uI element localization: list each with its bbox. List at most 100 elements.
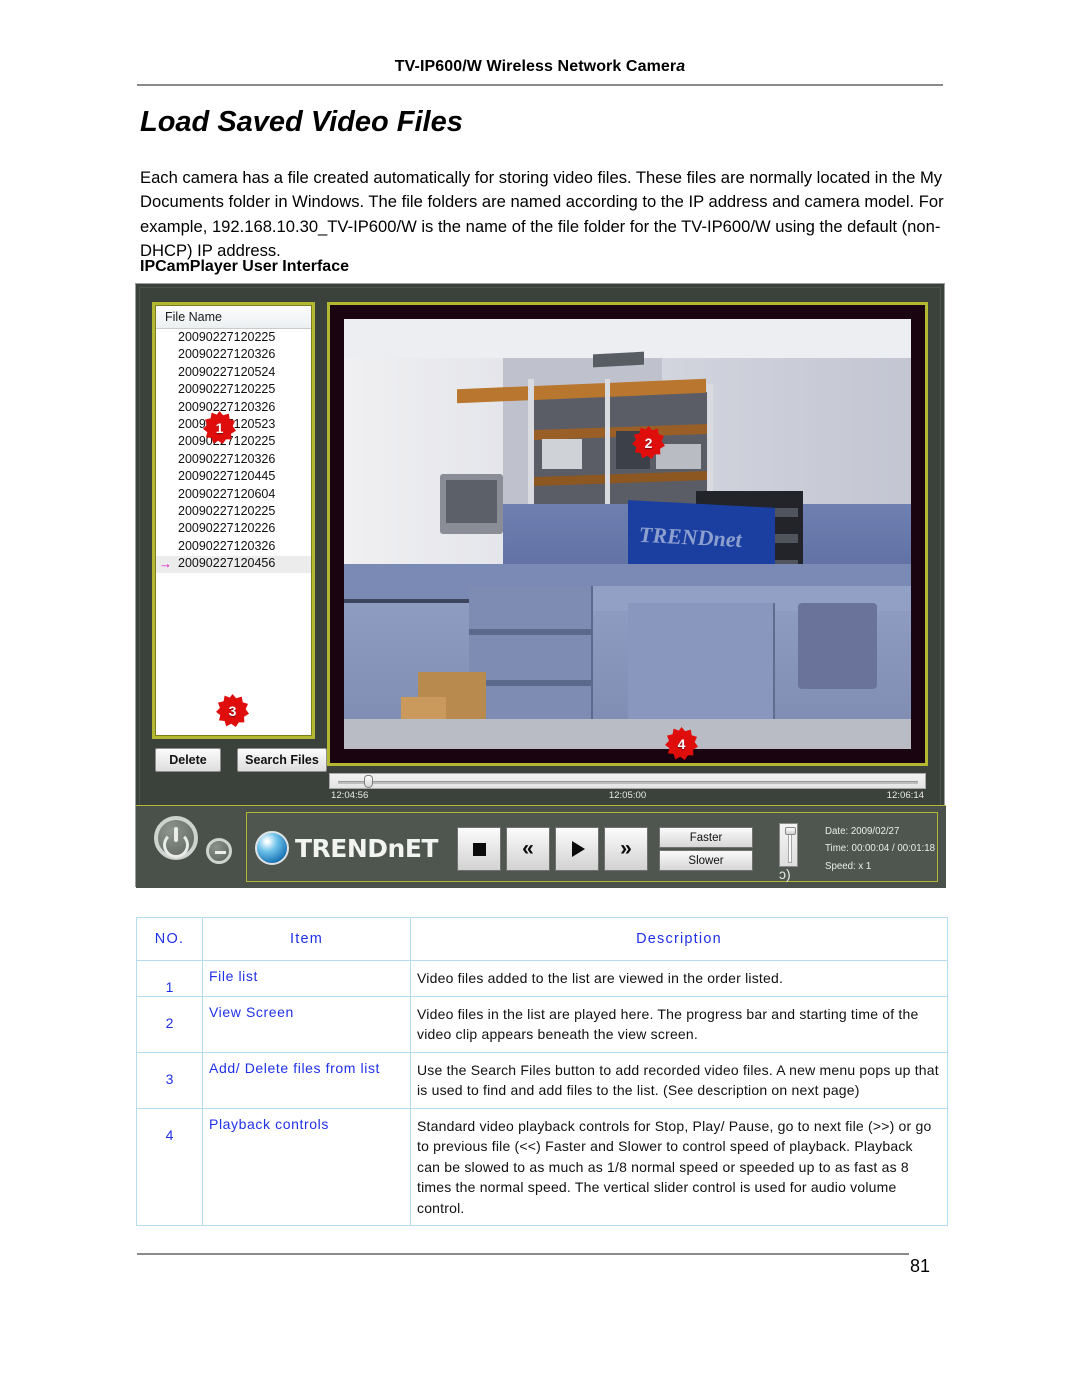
page-number: 81 [910,1256,931,1276]
file-list-item[interactable]: 20090227120445 [156,469,311,486]
fast-forward-icon: » [620,837,632,860]
file-list-panel: File Name 20090227120225 20090227120326 20… [152,302,315,739]
progress-handle[interactable] [364,775,373,788]
document-page: TV-IP600/W Wireless Network Camera Load … [0,0,1080,1397]
ipcamplayer-window: File Name 20090227120225 20090227120326 20… [135,283,946,888]
slower-button[interactable]: Slower [659,850,753,871]
progress-bar[interactable] [329,773,926,789]
search-files-button[interactable]: Search Files [237,748,327,772]
timeline-labels: 12:04:56 12:05:00 12:06:14 [329,790,926,802]
file-list-item[interactable]: 20090227120326 [156,452,311,469]
progress-track [338,781,918,784]
view-screen[interactable]: TRENDnet [327,302,928,766]
cell-no: 1 [136,960,203,997]
cell-description: Standard video playback controls for Sto… [410,1107,948,1226]
cell-description: Video files in the list are played here.… [410,995,948,1053]
file-list-item[interactable]: 20090227120225 [156,330,311,347]
file-list-item[interactable]: 20090227120326 [156,539,311,556]
timeline-middle: 12:05:00 [608,790,647,801]
file-list-item-label: 20090227120226 [178,521,276,536]
cell-item: Playback controls [202,1107,411,1226]
table-row: 3 Add/ Delete files from list Use the Sear… [136,1051,948,1109]
running-head: TV-IP600/W Wireless Network Camera [0,58,1080,76]
volume-control[interactable]: ᴐ) [775,823,803,881]
intro-paragraph: Each camera has a file created automatic… [140,168,944,260]
progress-strip: 12:04:56 12:05:00 12:06:14 [327,771,928,803]
globe-icon [255,831,289,865]
table-row: 1 File list Video files added to the list … [136,960,948,997]
info-speed: Speed: x 1 [825,860,872,872]
file-list-item[interactable]: 20090227120225 [156,504,311,521]
minimize-icon[interactable] [206,838,232,864]
file-list-item[interactable]: → 20090227120456 [156,556,311,574]
file-name-column-header: File Name [156,306,311,329]
file-list-inner: File Name 20090227120225 20090227120326 20… [155,305,312,736]
brand-text: TRENDnET [295,833,439,863]
scene-floor [344,718,911,749]
header-no: NO. [136,917,203,961]
cell-description: Video files added to the list are viewed… [410,960,948,997]
file-list-item-label: 20090227120524 [178,364,276,379]
file-list-item-label: 20090227120445 [178,469,276,484]
volume-slider-knob[interactable] [785,827,796,835]
control-bar-inner: TRENDnET « » Faster Slower ᴐ) Date: 2009… [246,812,938,882]
file-list-item[interactable]: 20090227120226 [156,521,311,538]
description-table: NO. Item Description 1 File list Video fil… [136,917,948,1226]
running-head-text: TV-IP600/W Wireless Network Camer [394,58,677,75]
file-panel-buttons: Delete Search Files [152,748,327,772]
file-list-item-label: 20090227120604 [178,486,276,501]
power-icon[interactable] [154,816,198,860]
file-list-item-label: 20090227120456 [178,556,276,571]
speaker-icon[interactable]: ᴐ) [779,867,797,881]
rewind-icon: « [522,837,534,860]
scene-cabinet-line-two [468,680,594,687]
scene-chair [797,602,877,689]
cell-item: File list [202,960,411,997]
file-list-item-label: 20090227120225 [178,330,276,344]
file-list-item-label: 20090227120326 [178,451,276,466]
file-list-item[interactable]: 20090227120604 [156,487,311,504]
playback-control-bar: TRENDnET « » Faster Slower ᴐ) Date: 2009… [136,805,946,888]
timeline-start: 12:04:56 [331,790,369,801]
file-list-item[interactable]: 20090227120225 [156,382,311,399]
scene-cabinet-line-one [468,628,594,635]
stop-button[interactable] [457,827,501,871]
playback-info-panel: Date: 2009/02/27 Time: 00:00:04 / 00:01:… [825,823,937,875]
file-list-item[interactable]: 20090227120225 [156,434,311,451]
play-pause-button[interactable] [555,827,599,871]
file-list-item-label: 20090227120225 [178,503,276,518]
view-screen-inner: TRENDnet [330,305,925,763]
cell-item: View Screen [202,995,411,1053]
file-list-item-label: 20090227120326 [178,399,276,414]
header-description: Description [410,917,948,961]
file-list-item-label: 20090227120225 [178,382,276,397]
video-frame: TRENDnet [344,319,911,749]
stop-icon [472,842,486,856]
delete-button[interactable]: Delete [155,748,221,772]
play-icon [572,841,585,857]
info-date: Date: 2009/02/27 [825,826,900,837]
selected-arrow-icon: → [159,556,172,572]
cell-description: Use the Search Files button to add recor… [410,1051,948,1109]
next-file-button[interactable]: » [604,827,648,871]
faster-button[interactable]: Faster [659,827,753,848]
volume-slider-track[interactable] [779,823,798,867]
header-rule [137,84,943,86]
previous-file-button[interactable]: « [506,827,550,871]
running-head-italic: a [676,58,686,75]
info-time: Time: 00:00:04 / 00:01:18 [825,843,936,855]
table-row: 2 View Screen Video files in the list are … [136,995,948,1053]
timeline-end: 12:06:14 [886,790,924,801]
file-list-item-label: 20090227120326 [178,538,276,553]
file-list-item[interactable]: 20090227120326 [156,347,311,364]
cell-no: 3 [136,1051,203,1109]
trendnet-logo: TRENDnET [255,830,439,866]
file-list[interactable]: 20090227120225 20090227120326 200902271205… [156,330,311,574]
file-list-item-label: 20090227120326 [178,347,276,362]
cell-item: Add/ Delete files from list [202,1051,411,1109]
scene-box-three [655,443,702,470]
section-subheading: IPCamPlayer User Interface [140,258,349,275]
file-list-item[interactable]: 20090227120326 [156,400,311,417]
file-list-item[interactable]: 20090227120524 [156,365,311,382]
footer-rule [137,1253,909,1255]
